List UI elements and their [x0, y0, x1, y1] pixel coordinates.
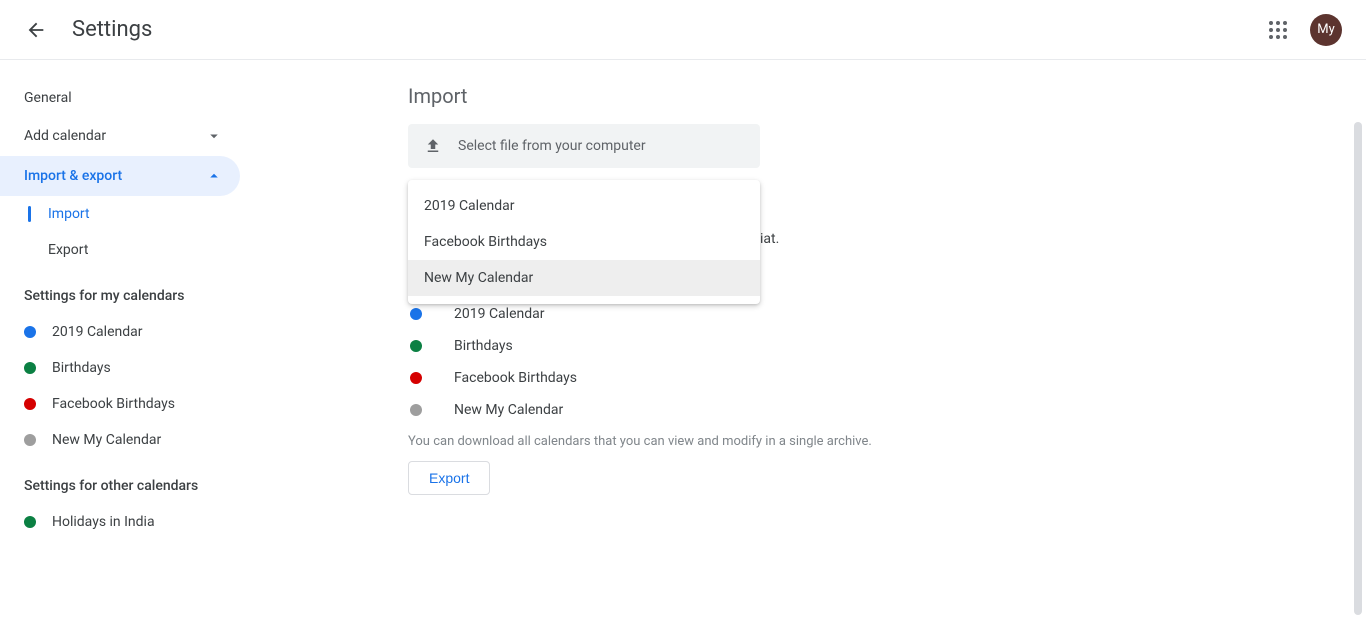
sidebar-label: Holidays in India	[52, 514, 155, 530]
sidebar-calendar-facebook[interactable]: Facebook Birthdays	[0, 386, 260, 422]
sidebar-label: New My Calendar	[52, 432, 161, 448]
sidebar-label: 2019 Calendar	[52, 324, 143, 340]
sidebar-item-export[interactable]: Export	[0, 232, 260, 268]
sidebar-label: Export	[48, 242, 88, 258]
export-item-label: Facebook Birthdays	[454, 370, 577, 386]
header-left: Settings	[16, 10, 152, 50]
sidebar-label: General	[24, 90, 72, 106]
export-item-label: New My Calendar	[454, 402, 563, 418]
scrollbar-thumb[interactable]	[1354, 122, 1362, 615]
scrollbar[interactable]	[1352, 122, 1364, 615]
dropdown-option-2019[interactable]: 2019 Calendar	[408, 188, 760, 224]
export-note: You can download all calendars that you …	[408, 434, 1326, 449]
upload-file-button[interactable]: Select file from your computer	[408, 124, 760, 168]
sidebar-calendar-holidays[interactable]: Holidays in India	[0, 504, 260, 540]
sidebar: General Add calendar Import & export Imp…	[0, 60, 260, 617]
sidebar-item-general[interactable]: General	[0, 80, 240, 116]
sidebar-item-import[interactable]: Import	[0, 196, 260, 232]
apps-button[interactable]	[1258, 10, 1298, 50]
chevron-down-icon	[204, 126, 224, 146]
export-item-label: Birthdays	[454, 338, 513, 354]
sidebar-calendar-birthdays[interactable]: Birthdays	[0, 350, 260, 386]
export-item-facebook[interactable]: Facebook Birthdays	[408, 362, 1326, 394]
color-dot	[410, 404, 422, 416]
sidebar-calendar-2019[interactable]: 2019 Calendar	[0, 314, 260, 350]
import-section-title: Import	[408, 84, 1326, 108]
sidebar-label: Birthdays	[52, 360, 111, 376]
export-button[interactable]: Export	[408, 461, 490, 495]
color-dot	[410, 308, 422, 320]
arrow-back-icon	[25, 19, 47, 41]
color-dot	[24, 434, 36, 446]
color-dot	[24, 362, 36, 374]
chevron-up-icon	[204, 166, 224, 186]
sidebar-item-import-export[interactable]: Import & export	[0, 156, 240, 196]
color-dot	[24, 326, 36, 338]
hint-text-fragment: iat.	[760, 231, 779, 247]
sidebar-label: Facebook Birthdays	[52, 396, 175, 412]
color-dot	[24, 516, 36, 528]
sidebar-item-add-calendar[interactable]: Add calendar	[0, 116, 240, 156]
sidebar-heading-my-calendars: Settings for my calendars	[0, 268, 260, 314]
back-button[interactable]	[16, 10, 56, 50]
color-dot	[24, 398, 36, 410]
page-title: Settings	[72, 17, 152, 42]
avatar[interactable]: My	[1310, 14, 1342, 46]
upload-label: Select file from your computer	[458, 138, 646, 154]
color-dot	[410, 340, 422, 352]
apps-icon	[1269, 21, 1287, 39]
export-item-label: 2019 Calendar	[454, 306, 545, 322]
upload-icon	[424, 137, 442, 155]
sidebar-label: Add calendar	[24, 128, 106, 144]
sidebar-heading-other-calendars: Settings for other calendars	[0, 458, 260, 504]
export-item-birthdays[interactable]: Birthdays	[408, 330, 1326, 362]
header-right: My	[1258, 10, 1350, 50]
calendar-dropdown: 2019 Calendar Facebook Birthdays New My …	[408, 180, 760, 304]
sidebar-label: Import	[48, 206, 90, 222]
export-list: 2019 Calendar Birthdays Facebook Birthda…	[408, 298, 1326, 426]
sidebar-calendar-new-my[interactable]: New My Calendar	[0, 422, 260, 458]
sidebar-label: Import & export	[24, 168, 122, 184]
header: Settings My	[0, 0, 1366, 60]
export-item-new-my[interactable]: New My Calendar	[408, 394, 1326, 426]
color-dot	[410, 372, 422, 384]
dropdown-option-new-my[interactable]: New My Calendar	[408, 260, 760, 296]
dropdown-option-facebook[interactable]: Facebook Birthdays	[408, 224, 760, 260]
main-content: Import Select file from your computer ia…	[260, 60, 1366, 617]
